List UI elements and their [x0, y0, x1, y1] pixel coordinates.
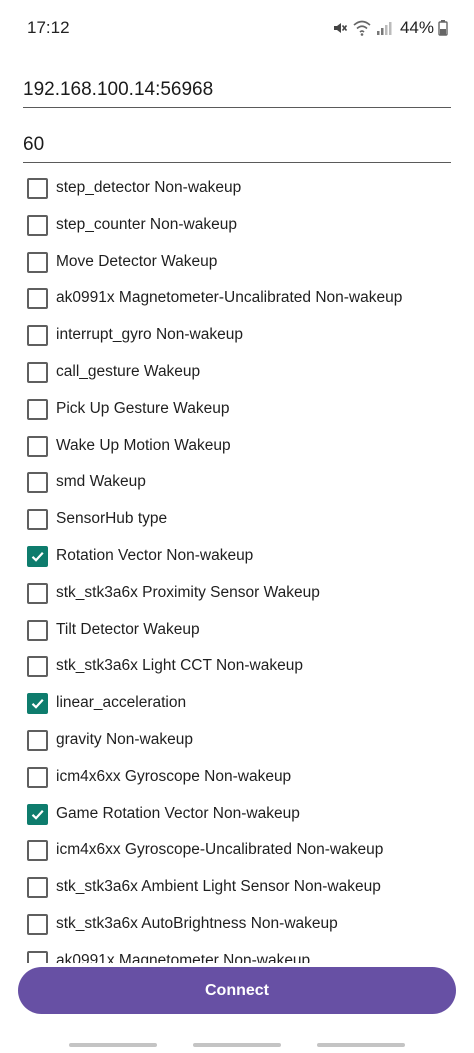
sensor-checkbox[interactable]: [27, 693, 48, 715]
sensor-row[interactable]: stk_stk3a6x Ambient Light Sensor Non-wak…: [0, 869, 474, 906]
sensor-label: ak0991x Magnetometer-Uncalibrated Non-wa…: [56, 289, 403, 307]
sensor-row[interactable]: stk_stk3a6x Proximity Sensor Wakeup: [0, 575, 474, 612]
sensor-row[interactable]: Pick Up Gesture Wakeup: [0, 391, 474, 428]
sensor-label: stk_stk3a6x Ambient Light Sensor Non-wak…: [56, 878, 381, 896]
status-bar: 17:12 44%: [0, 0, 474, 56]
sensor-label: ak0991x Magnetometer Non-wakeup: [56, 951, 311, 963]
sensor-label: smd Wakeup: [56, 473, 146, 491]
sensor-checkbox[interactable]: [27, 398, 48, 420]
nav-back-handle[interactable]: [317, 1043, 405, 1047]
sensor-checkbox[interactable]: [27, 362, 48, 383]
screen: 17:12 44% 192.168.100.14:56968 60 step_d…: [0, 0, 474, 1053]
sensor-checkbox[interactable]: [27, 178, 48, 199]
sensor-row[interactable]: Wake Up Motion Wakeup: [0, 428, 474, 465]
sensor-checkbox[interactable]: [27, 582, 48, 604]
sensor-list[interactable]: step_detector Non-wakeup step_counter Non…: [0, 170, 474, 963]
sensor-row[interactable]: step_detector Non-wakeup: [0, 170, 474, 207]
status-time: 17:12: [27, 18, 70, 37]
sensor-checkbox[interactable]: [27, 214, 48, 236]
sensor-label: interrupt_gyro Non-wakeup: [56, 326, 243, 344]
sensor-checkbox[interactable]: [27, 472, 48, 494]
sensor-label: linear_acceleration: [56, 694, 187, 712]
check-icon: [31, 699, 44, 709]
sensor-label: SensorHub type: [56, 510, 168, 528]
sensor-row[interactable]: interrupt_gyro Non-wakeup: [0, 317, 474, 354]
sensor-row[interactable]: Game Rotation Vector Non-wakeup: [0, 796, 474, 833]
rate-field-value: 60: [23, 134, 45, 155]
mute-icon: [330, 19, 348, 37]
sensor-label: Tilt Detector Wakeup: [56, 620, 200, 638]
sensor-checkbox[interactable]: [27, 325, 48, 347]
sensor-checkbox[interactable]: [27, 950, 48, 963]
sensor-checkbox[interactable]: [27, 840, 48, 862]
battery-icon: [438, 19, 448, 37]
sensor-row[interactable]: ak0991x Magnetometer Non-wakeup: [0, 943, 474, 963]
sensor-label: icm4x6xx Gyroscope Non-wakeup: [56, 767, 292, 785]
sensor-label: stk_stk3a6x AutoBrightness Non-wakeup: [56, 915, 338, 932]
check-icon: [31, 552, 44, 562]
host-field-value: 192.168.100.14:56968: [23, 79, 214, 100]
sensor-checkbox[interactable]: [27, 288, 48, 310]
sensor-label: Game Rotation Vector Non-wakeup: [56, 804, 300, 822]
sensor-label: stk_stk3a6x Proximity Sensor Wakeup: [56, 583, 320, 601]
sensor-checkbox[interactable]: [27, 766, 48, 788]
sensor-row[interactable]: step_counter Non-wakeup: [0, 207, 474, 244]
sensor-label: Pick Up Gesture Wakeup: [56, 399, 230, 417]
wifi-icon: [352, 19, 372, 37]
sensor-label: Rotation Vector Non-wakeup: [56, 547, 254, 564]
sensor-row[interactable]: icm4x6xx Gyroscope Non-wakeup: [0, 759, 474, 796]
host-field[interactable]: 192.168.100.14:56968: [23, 67, 451, 108]
sensor-label: step_detector Non-wakeup: [56, 179, 242, 196]
connect-button[interactable]: Connect: [18, 967, 456, 1014]
sensor-row[interactable]: smd Wakeup: [0, 464, 474, 501]
nav-recents-handle[interactable]: [69, 1043, 157, 1047]
sensor-row[interactable]: Rotation Vector Non-wakeup: [0, 538, 474, 575]
sensor-label: Move Detector Wakeup: [56, 252, 218, 270]
sensor-checkbox[interactable]: [27, 435, 48, 457]
sensor-row[interactable]: icm4x6xx Gyroscope-Uncalibrated Non-wake…: [0, 832, 474, 869]
sensor-row[interactable]: SensorHub type: [0, 501, 474, 538]
status-icons: 44%: [330, 16, 448, 40]
sensor-checkbox[interactable]: [27, 251, 48, 273]
sensor-row[interactable]: gravity Non-wakeup: [0, 722, 474, 759]
sensor-row[interactable]: linear_acceleration: [0, 685, 474, 722]
sensor-label: step_counter Non-wakeup: [56, 215, 237, 233]
sensor-checkbox[interactable]: [27, 546, 48, 567]
sensor-checkbox[interactable]: [27, 914, 48, 935]
sensor-label: gravity Non-wakeup: [56, 731, 193, 748]
sensor-checkbox[interactable]: [27, 656, 48, 678]
sensor-checkbox[interactable]: [27, 619, 48, 641]
navigation-bar: [0, 1036, 474, 1053]
sensor-row[interactable]: ak0991x Magnetometer-Uncalibrated Non-wa…: [0, 280, 474, 317]
sensor-row[interactable]: Move Detector Wakeup: [0, 244, 474, 281]
nav-home-handle[interactable]: [193, 1043, 281, 1047]
sensor-row[interactable]: call_gesture Wakeup: [0, 354, 474, 391]
sensor-label: stk_stk3a6x Light CCT Non-wakeup: [56, 657, 303, 675]
check-icon: [31, 809, 44, 820]
sensor-row[interactable]: stk_stk3a6x AutoBrightness Non-wakeup: [0, 906, 474, 943]
signal-icon: [376, 19, 392, 37]
sensor-checkbox[interactable]: [27, 730, 48, 751]
rate-field[interactable]: 60: [23, 122, 451, 163]
sensor-checkbox[interactable]: [27, 803, 48, 825]
sensor-checkbox[interactable]: [27, 509, 48, 531]
sensor-label: call_gesture Wakeup: [56, 363, 201, 380]
sensor-label: icm4x6xx Gyroscope-Uncalibrated Non-wake…: [56, 841, 384, 859]
sensor-checkbox[interactable]: [27, 877, 48, 899]
sensor-label: Wake Up Motion Wakeup: [56, 436, 231, 454]
battery-percent: 44%: [399, 18, 434, 37]
sensor-row[interactable]: stk_stk3a6x Light CCT Non-wakeup: [0, 648, 474, 685]
sensor-row[interactable]: Tilt Detector Wakeup: [0, 612, 474, 649]
